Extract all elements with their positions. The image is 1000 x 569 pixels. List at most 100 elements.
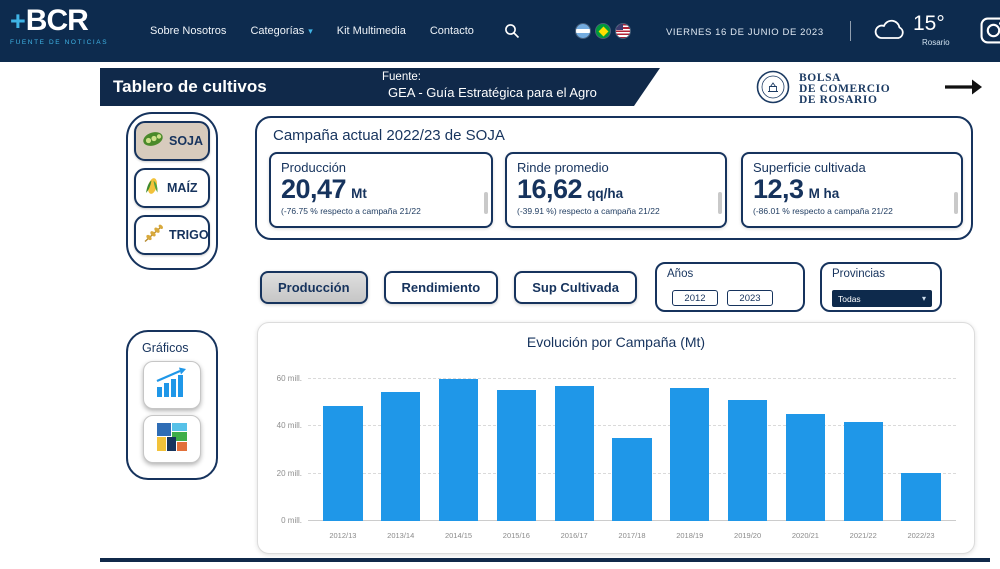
bar-2017/18[interactable] bbox=[612, 438, 651, 521]
current-date: VIERNES 16 DE JUNIO DE 2023 bbox=[666, 27, 824, 38]
x-tick-label: 2015/16 bbox=[487, 531, 545, 540]
x-tick-label: 2016/17 bbox=[545, 531, 603, 540]
x-tick-label: 2014/15 bbox=[430, 531, 488, 540]
bar-slot bbox=[834, 367, 892, 521]
metric-label: Producción bbox=[281, 160, 346, 175]
provinces-filter: Provincias Todas ▾ bbox=[820, 262, 942, 312]
bar-2015/16[interactable] bbox=[497, 390, 536, 521]
bar-slot bbox=[603, 367, 661, 521]
bar-2014/15[interactable] bbox=[439, 379, 478, 521]
metric-label: Rinde promedio bbox=[517, 160, 609, 175]
language-flags bbox=[576, 24, 630, 38]
nav-item-contacto[interactable]: Contacto bbox=[430, 25, 474, 37]
tab-produccion[interactable]: Producción bbox=[260, 271, 368, 304]
metric-value: 20,47 bbox=[281, 174, 346, 205]
bar-slot bbox=[661, 367, 719, 521]
bar-2013/14[interactable] bbox=[381, 392, 420, 521]
search-icon[interactable] bbox=[504, 23, 520, 39]
bars bbox=[308, 367, 956, 521]
argentina-flag-icon[interactable] bbox=[576, 24, 590, 38]
bar-2020/21[interactable] bbox=[786, 414, 825, 521]
crop-label: SOJA bbox=[169, 134, 203, 148]
logo-text: +BCR bbox=[10, 5, 108, 37]
x-tick-label: 2013/14 bbox=[372, 531, 430, 540]
camera-icon[interactable] bbox=[980, 17, 1000, 49]
bar-slot bbox=[487, 367, 545, 521]
crop-button-maiz[interactable]: MAÍZ bbox=[134, 168, 210, 208]
wheat-icon bbox=[141, 222, 165, 249]
x-tick-label: 2019/20 bbox=[719, 531, 777, 540]
metric-card-superficie: Superficie cultivada 12,3 M ha (-86.01 %… bbox=[741, 152, 963, 228]
bar-slot bbox=[372, 367, 430, 521]
bar-2021/22[interactable] bbox=[844, 422, 883, 522]
metric-unit: Mt bbox=[351, 186, 367, 201]
bar-chart-view-button[interactable] bbox=[143, 361, 201, 409]
bar-slot bbox=[892, 367, 950, 521]
x-tick-label: 2017/18 bbox=[603, 531, 661, 540]
provinces-selected-value: Todas bbox=[838, 294, 861, 304]
chevron-down-icon: ▾ bbox=[922, 294, 926, 303]
provinces-label: Provincias bbox=[832, 268, 885, 280]
years-filter: Años bbox=[655, 262, 805, 312]
metric-card-rinde: Rinde promedio 16,62 qq/ha (-39.91 %) re… bbox=[505, 152, 727, 228]
bar-slot bbox=[314, 367, 372, 521]
treemap-icon bbox=[156, 422, 188, 457]
logo-plus-icon: + bbox=[10, 6, 25, 36]
top-nav: +BCR FUENTE DE NOTICIAS Sobre Nosotros C… bbox=[0, 0, 1000, 62]
dashboard-title: Tablero de cultivos bbox=[113, 77, 267, 97]
bar-slot bbox=[719, 367, 777, 521]
bar-2022/23[interactable] bbox=[901, 473, 940, 521]
bolsa-name: BOLSA DE COMERCIO DE ROSARIO bbox=[799, 73, 890, 106]
next-arrow-icon[interactable] bbox=[943, 78, 983, 101]
metric-value: 12,3 bbox=[753, 174, 804, 205]
source-block: Fuente: GEA - Guía Estratégica para el A… bbox=[382, 70, 597, 101]
tab-rendimiento[interactable]: Rendimiento bbox=[384, 271, 499, 304]
source-value: GEA - Guía Estratégica para el Agro bbox=[382, 85, 597, 101]
nav-item-kit-multimedia[interactable]: Kit Multimedia bbox=[337, 25, 406, 37]
brazil-flag-icon[interactable] bbox=[596, 24, 610, 38]
dashboard-footer-bar bbox=[100, 558, 990, 562]
x-tick-label: 2012/13 bbox=[314, 531, 372, 540]
nav-divider bbox=[850, 21, 851, 41]
bar-2012/13[interactable] bbox=[323, 406, 362, 521]
tab-sup-cultivada[interactable]: Sup Cultivada bbox=[514, 271, 637, 304]
bar-2019/20[interactable] bbox=[728, 400, 767, 521]
crop-button-soja[interactable]: SOJA bbox=[134, 121, 210, 161]
evolution-chart-card: Evolución por Campaña (Mt) 0 mill.20 mil… bbox=[257, 322, 975, 554]
card-scrollbar[interactable] bbox=[954, 192, 958, 214]
x-tick-label: 2020/21 bbox=[777, 531, 835, 540]
usa-flag-icon[interactable] bbox=[616, 24, 630, 38]
year-from-input[interactable] bbox=[672, 290, 718, 306]
metric-delta: (-76.75 % respecto a campaña 21/22 bbox=[281, 206, 475, 221]
crop-button-trigo[interactable]: TRIGO bbox=[134, 215, 210, 255]
bar-2016/17[interactable] bbox=[555, 386, 594, 521]
graficos-label: Gráficos bbox=[142, 341, 216, 355]
treemap-view-button[interactable] bbox=[143, 415, 201, 463]
page: +BCR FUENTE DE NOTICIAS Sobre Nosotros C… bbox=[0, 0, 1000, 569]
card-scrollbar[interactable] bbox=[718, 192, 722, 214]
x-tick-label: 2018/19 bbox=[661, 531, 719, 540]
weather-city: Rosario bbox=[922, 38, 950, 47]
year-to-input[interactable] bbox=[727, 290, 773, 306]
cloud-icon bbox=[872, 16, 910, 48]
bcr-logo[interactable]: +BCR FUENTE DE NOTICIAS bbox=[10, 5, 108, 46]
measure-tabs: Producción Rendimiento Sup Cultivada bbox=[260, 271, 637, 304]
soybean-icon bbox=[141, 129, 165, 154]
x-tick-label: 2022/23 bbox=[892, 531, 950, 540]
provinces-dropdown[interactable]: Todas ▾ bbox=[832, 290, 932, 307]
dashboard: Tablero de cultivos Fuente: GEA - Guía E… bbox=[100, 68, 990, 569]
y-tick-label: 40 mill. bbox=[262, 421, 302, 430]
metric-unit: qq/ha bbox=[587, 186, 623, 201]
y-tick-label: 60 mill. bbox=[262, 374, 302, 383]
bar-2018/19[interactable] bbox=[670, 388, 709, 521]
chevron-down-icon: ▾ bbox=[308, 26, 313, 36]
dashboard-header-band: Tablero de cultivos Fuente: GEA - Guía E… bbox=[100, 68, 660, 106]
corn-icon bbox=[141, 175, 163, 202]
card-scrollbar[interactable] bbox=[484, 192, 488, 214]
campaign-summary-panel: Campaña actual 2022/23 de SOJA Producció… bbox=[255, 116, 973, 240]
bar-slot bbox=[545, 367, 603, 521]
metric-unit: M ha bbox=[809, 186, 840, 201]
nav-item-sobre-nosotros[interactable]: Sobre Nosotros bbox=[150, 25, 226, 37]
nav-item-categorias[interactable]: Categorías▾ bbox=[250, 25, 312, 37]
metric-label: Superficie cultivada bbox=[753, 160, 866, 175]
